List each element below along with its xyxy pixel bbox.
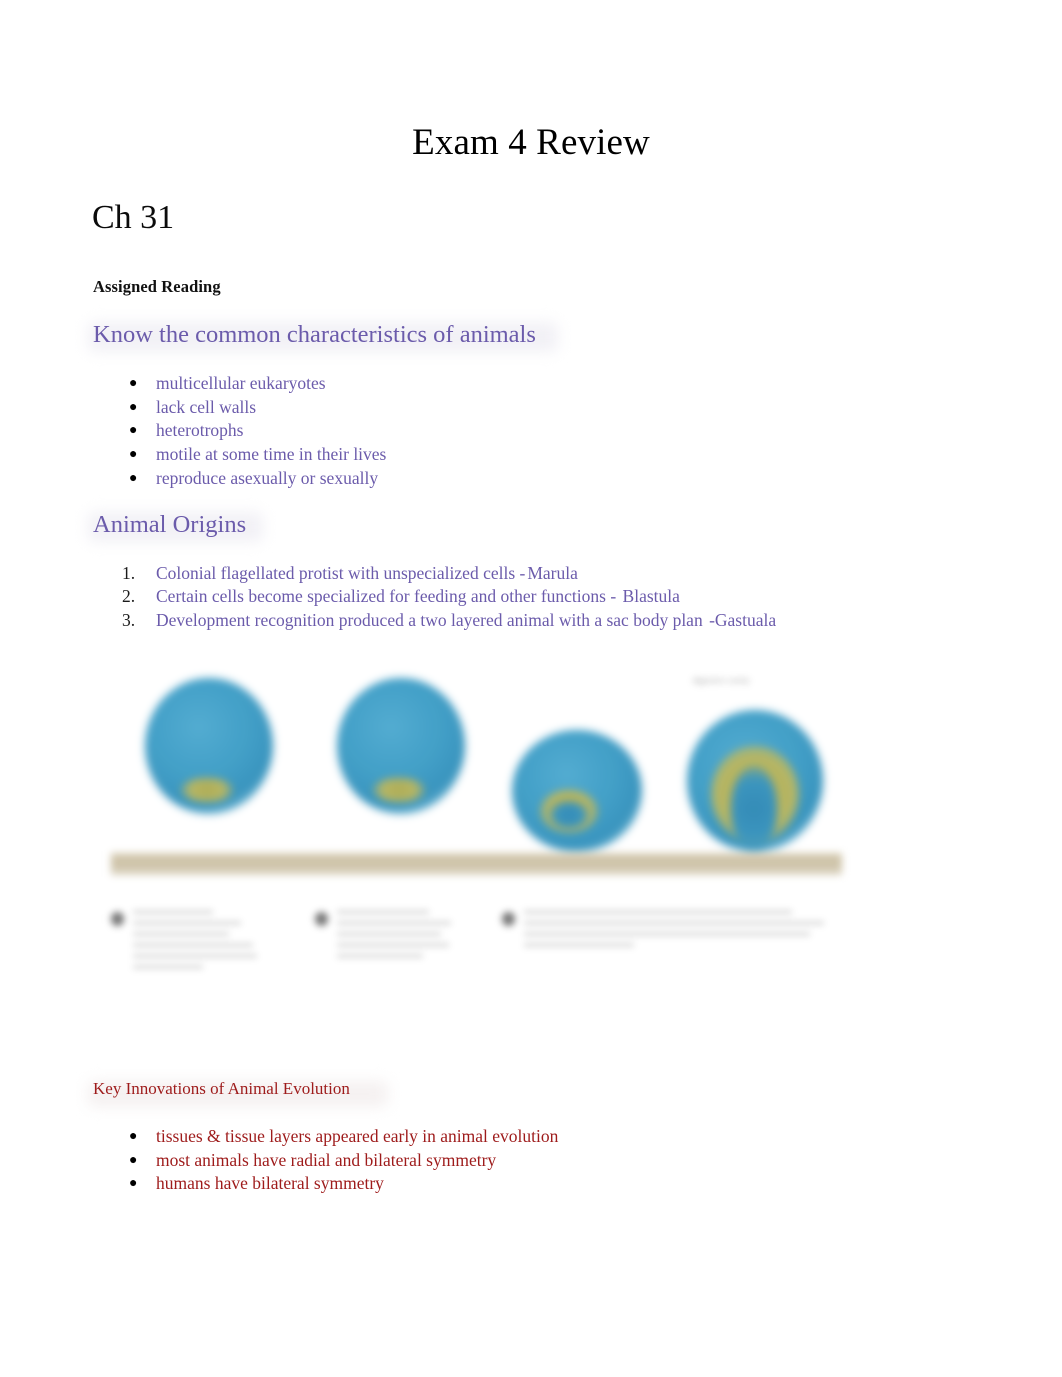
figure-stage-4-label: digestive cavity xyxy=(693,676,750,685)
list-number: 3. xyxy=(122,609,136,630)
animal-origins-list: 1. Colonial flagellated protist with uns… xyxy=(122,562,778,632)
list-item-label: Development recognition produced a two l… xyxy=(156,609,708,630)
list-item-label: Certain cells become specialized for fee… xyxy=(156,586,621,607)
cell-nucleus xyxy=(373,778,425,802)
figure-band-text-3 xyxy=(541,857,597,866)
bullet-icon: ● xyxy=(129,1176,138,1192)
list-item: ● multicellular eukaryotes xyxy=(129,372,386,396)
figure-band-text-4 xyxy=(731,857,777,866)
list-item: ● lack cell walls xyxy=(129,396,386,420)
figure-stage-3 xyxy=(512,730,642,852)
list-item: ● most animals have radial and bilateral … xyxy=(129,1149,558,1173)
section-heading-animal-origins: Animal Origins xyxy=(93,511,247,538)
document-title: Exam 4 Review xyxy=(412,122,650,163)
figure-caption-sublabel-2 xyxy=(405,906,429,915)
bullet-icon: ● xyxy=(129,1152,138,1168)
list-item-label: humans have bilateral symmetry xyxy=(156,1173,384,1194)
figure-band-text-2 xyxy=(341,857,391,866)
section-heading-key-innovations: Key Innovations of Animal Evolution xyxy=(93,1079,350,1098)
list-item-label: lack cell walls xyxy=(156,396,257,417)
list-item-label: reproduce asexually or sexually xyxy=(156,467,379,488)
caption-text-lines xyxy=(133,910,257,976)
list-number: 2. xyxy=(122,586,136,607)
assigned-reading-label: Assigned Reading xyxy=(93,277,221,296)
list-item: 2. Certain cells become specialized for … xyxy=(122,585,778,608)
caption-badge-icon xyxy=(502,912,515,926)
caption-text-lines xyxy=(524,910,824,954)
bullet-icon: ● xyxy=(129,1129,138,1144)
caption-badge-icon xyxy=(315,912,328,926)
section-heading-animal-characteristics: Know the common characteristics of anima… xyxy=(93,321,536,348)
bullet-icon: ● xyxy=(129,447,138,463)
figure-stage-2 xyxy=(337,678,465,814)
list-item: ● reproduce asexually or sexually xyxy=(129,467,386,491)
list-item-label: multicellular eukaryotes xyxy=(156,373,326,393)
caption-badge-icon xyxy=(111,912,124,926)
figure-band-text-1 xyxy=(135,857,203,866)
animal-development-stages-figure: digestive cavity xyxy=(97,658,842,1006)
figure-caption-sublabel-1 xyxy=(219,906,243,915)
list-item-label: Colonial flagellated protist with unspec… xyxy=(156,563,526,583)
list-item-label: most animals have radial and bilateral s… xyxy=(156,1149,497,1170)
bullet-icon: ● xyxy=(129,423,138,439)
bullet-icon: ● xyxy=(129,470,138,486)
list-item-label: tissues & tissue layers appeared early i… xyxy=(156,1126,559,1146)
document-page: Exam 4 Review Ch 31 Assigned Reading Kno… xyxy=(0,0,1062,1377)
animal-characteristics-list: ● multicellular eukaryotes ● lack cell wal… xyxy=(129,372,387,491)
highlighted-term: Marula xyxy=(527,563,578,583)
list-item: ● heterotrophs xyxy=(129,419,386,443)
list-item: ● motile at some time in their lives xyxy=(129,443,387,467)
digestive-cavity xyxy=(731,766,777,852)
list-item: 1. Colonial flagellated protist with uns… xyxy=(122,562,778,585)
figure-caption-sublabel-3 xyxy=(665,906,689,915)
list-item-label: motile at some time in their lives xyxy=(156,444,387,465)
chapter-heading: Ch 31 xyxy=(92,199,175,236)
figure-stage-2-label xyxy=(359,826,376,835)
caption-text-lines xyxy=(337,910,451,965)
highlighted-term: -Gastuala xyxy=(709,609,777,630)
key-innovations-list: ● tissues & tissue layers appeared early … xyxy=(129,1125,559,1196)
bullet-icon: ● xyxy=(129,376,138,391)
figure-stage-1 xyxy=(145,678,273,814)
highlighted-term: Blastula xyxy=(622,586,680,607)
list-item: ● tissues & tissue layers appeared early … xyxy=(129,1125,559,1149)
list-item: 3. Development recognition produced a tw… xyxy=(122,609,778,632)
digestive-cavity xyxy=(550,802,588,828)
bullet-icon: ● xyxy=(129,399,138,415)
list-number: 1. xyxy=(122,563,136,583)
list-item: ● humans have bilateral symmetry xyxy=(129,1172,558,1196)
figure-timeline-band xyxy=(111,853,842,875)
figure-stage-4 xyxy=(687,710,823,852)
list-item-label: heterotrophs xyxy=(156,420,244,441)
cell-nucleus xyxy=(181,778,233,802)
